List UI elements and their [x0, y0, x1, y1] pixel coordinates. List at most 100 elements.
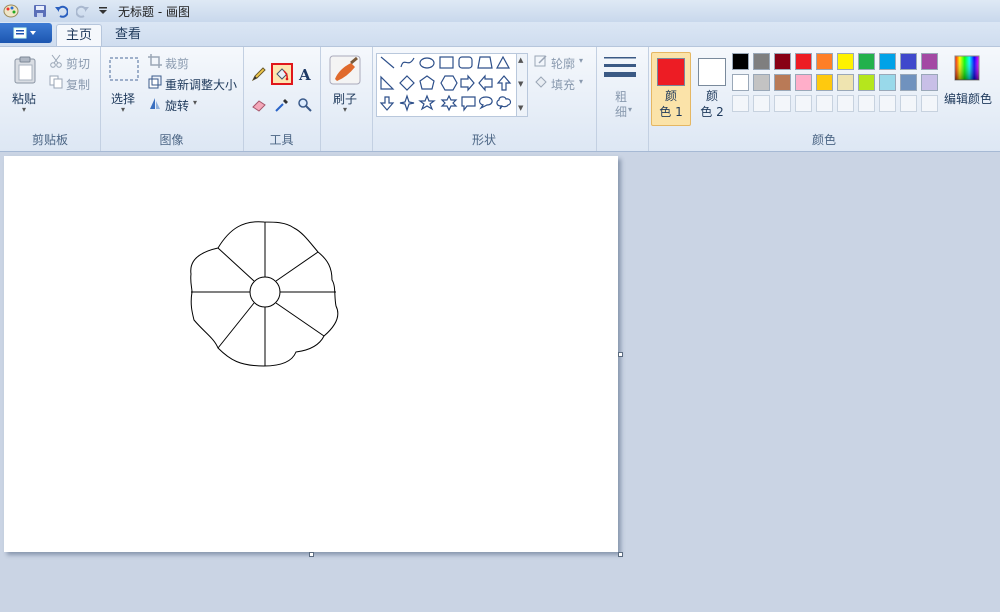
tab-view[interactable]: 查看	[106, 24, 150, 46]
paint-menu-button[interactable]	[0, 23, 52, 43]
down-arrow-shape-icon[interactable]	[379, 96, 395, 111]
brushes-dropdown-icon[interactable]: ▾	[343, 105, 347, 114]
rectangle-shape-icon[interactable]	[439, 56, 454, 69]
oval-callout-shape-icon[interactable]	[479, 96, 493, 110]
color-picker-tool[interactable]	[271, 94, 293, 116]
palette-swatch[interactable]	[900, 74, 917, 91]
canvas-resize-handle-right[interactable]	[618, 352, 623, 357]
image-group: 选择 ▾ 裁剪 重新调整大小 旋转 ▾ 图像	[100, 47, 244, 151]
fill-button[interactable]: 填充	[551, 76, 575, 93]
rotate-button[interactable]: 旋转	[165, 97, 189, 114]
redo-icon[interactable]	[75, 3, 91, 19]
size-label-bottom[interactable]: 细	[615, 103, 627, 120]
save-icon[interactable]	[32, 3, 48, 19]
left-arrow-shape-icon[interactable]	[478, 74, 493, 92]
oval-shape-icon[interactable]	[419, 57, 435, 69]
custom-color-slot[interactable]	[795, 95, 812, 112]
pentagon-shape-icon[interactable]	[419, 75, 435, 90]
select-dropdown-icon[interactable]: ▾	[121, 105, 125, 114]
cut-button[interactable]: 剪切	[66, 55, 90, 72]
right-triangle-shape-icon[interactable]	[380, 75, 395, 90]
palette-swatch[interactable]	[921, 74, 938, 91]
title-bar: 无标题 - 画图	[0, 0, 1000, 23]
color2-button[interactable]: 颜 色 2	[692, 52, 732, 126]
paste-icon[interactable]	[12, 55, 38, 85]
diamond-shape-icon[interactable]	[399, 75, 415, 91]
custom-color-slot[interactable]	[837, 95, 854, 112]
six-point-star-shape-icon[interactable]	[440, 94, 458, 112]
palette-swatch[interactable]	[732, 53, 749, 70]
curve-shape-icon[interactable]	[400, 57, 415, 68]
eraser-icon	[252, 100, 266, 112]
palette-swatch[interactable]	[774, 74, 791, 91]
resize-button[interactable]: 重新调整大小	[165, 76, 237, 93]
rectangular-callout-shape-icon[interactable]	[461, 96, 476, 112]
palette-swatch[interactable]	[837, 74, 854, 91]
palette-swatch[interactable]	[795, 74, 812, 91]
palette-swatch[interactable]	[795, 53, 812, 70]
palette-swatch[interactable]	[753, 53, 770, 70]
copy-button[interactable]: 复制	[66, 76, 90, 93]
custom-color-slot[interactable]	[858, 95, 875, 112]
right-arrow-shape-icon[interactable]	[460, 74, 475, 92]
custom-color-slot[interactable]	[774, 95, 791, 112]
four-point-star-shape-icon[interactable]	[399, 94, 415, 112]
shapes-scroll-up-icon[interactable]: ▲	[518, 56, 523, 64]
undo-icon[interactable]	[53, 3, 69, 19]
custom-color-slot[interactable]	[753, 95, 770, 112]
custom-color-slot[interactable]	[921, 95, 938, 112]
shapes-scroll-down-icon[interactable]: ▼	[518, 80, 523, 88]
edit-colors-icon[interactable]	[954, 55, 980, 81]
select-icon[interactable]	[109, 56, 139, 82]
cloud-callout-shape-icon[interactable]	[496, 96, 512, 110]
rotate-dropdown-icon[interactable]: ▾	[193, 98, 197, 107]
palette-swatch[interactable]	[900, 53, 917, 70]
palette-swatch[interactable]	[858, 74, 875, 91]
palette-swatch[interactable]	[753, 74, 770, 91]
hexagon-shape-icon[interactable]	[440, 75, 458, 91]
palette-swatch[interactable]	[858, 53, 875, 70]
up-arrow-shape-icon[interactable]	[496, 75, 512, 91]
palette-swatch[interactable]	[879, 53, 896, 70]
shapes-scrollbar[interactable]: ▲ ▼ ▼	[516, 53, 528, 117]
custom-color-slot[interactable]	[900, 95, 917, 112]
canvas-resize-handle-corner[interactable]	[618, 552, 623, 557]
edit-colors-button[interactable]: 编辑颜色	[944, 90, 992, 107]
outline-button[interactable]: 轮廓	[551, 55, 575, 72]
five-point-star-shape-icon[interactable]	[418, 94, 436, 111]
palette-swatch[interactable]	[774, 53, 791, 70]
fill-bucket-icon	[276, 68, 289, 81]
palette-swatch[interactable]	[732, 74, 749, 91]
outline-dropdown-icon[interactable]: ▾	[579, 56, 583, 65]
paste-dropdown-icon[interactable]: ▾	[22, 105, 26, 114]
size-dropdown-icon[interactable]: ▾	[628, 105, 632, 114]
pencil-tool[interactable]	[248, 63, 270, 85]
line-shape-icon[interactable]	[380, 56, 395, 69]
drawing-canvas[interactable]	[4, 156, 618, 552]
brush-icon[interactable]	[329, 55, 361, 85]
tab-home[interactable]: 主页	[56, 24, 102, 47]
palette-swatch[interactable]	[879, 74, 896, 91]
crop-button[interactable]: 裁剪	[165, 55, 189, 72]
triangle-shape-icon[interactable]	[495, 55, 511, 69]
palette-swatch[interactable]	[921, 53, 938, 70]
color1-button[interactable]: 颜 色 1	[651, 52, 691, 126]
palette-swatch[interactable]	[837, 53, 854, 70]
canvas-resize-handle-bottom[interactable]	[309, 552, 314, 557]
line-size-icon[interactable]	[604, 55, 636, 81]
custom-color-slot[interactable]	[816, 95, 833, 112]
custom-color-slot[interactable]	[732, 95, 749, 112]
color2-label-top: 颜	[705, 89, 718, 103]
fill-bucket-tool[interactable]	[271, 63, 293, 85]
polygon-shape-icon[interactable]	[477, 56, 493, 69]
text-tool[interactable]: A	[294, 63, 316, 85]
palette-swatch[interactable]	[816, 53, 833, 70]
fill-dropdown-icon[interactable]: ▾	[579, 77, 583, 86]
shapes-more-icon[interactable]: ▼	[518, 104, 523, 112]
rounded-rectangle-shape-icon[interactable]	[458, 56, 473, 69]
magnifier-tool[interactable]	[294, 94, 316, 116]
eraser-tool[interactable]	[248, 94, 270, 116]
palette-swatch[interactable]	[816, 74, 833, 91]
custom-color-slot[interactable]	[879, 95, 896, 112]
customize-quick-access-icon[interactable]	[95, 3, 111, 19]
